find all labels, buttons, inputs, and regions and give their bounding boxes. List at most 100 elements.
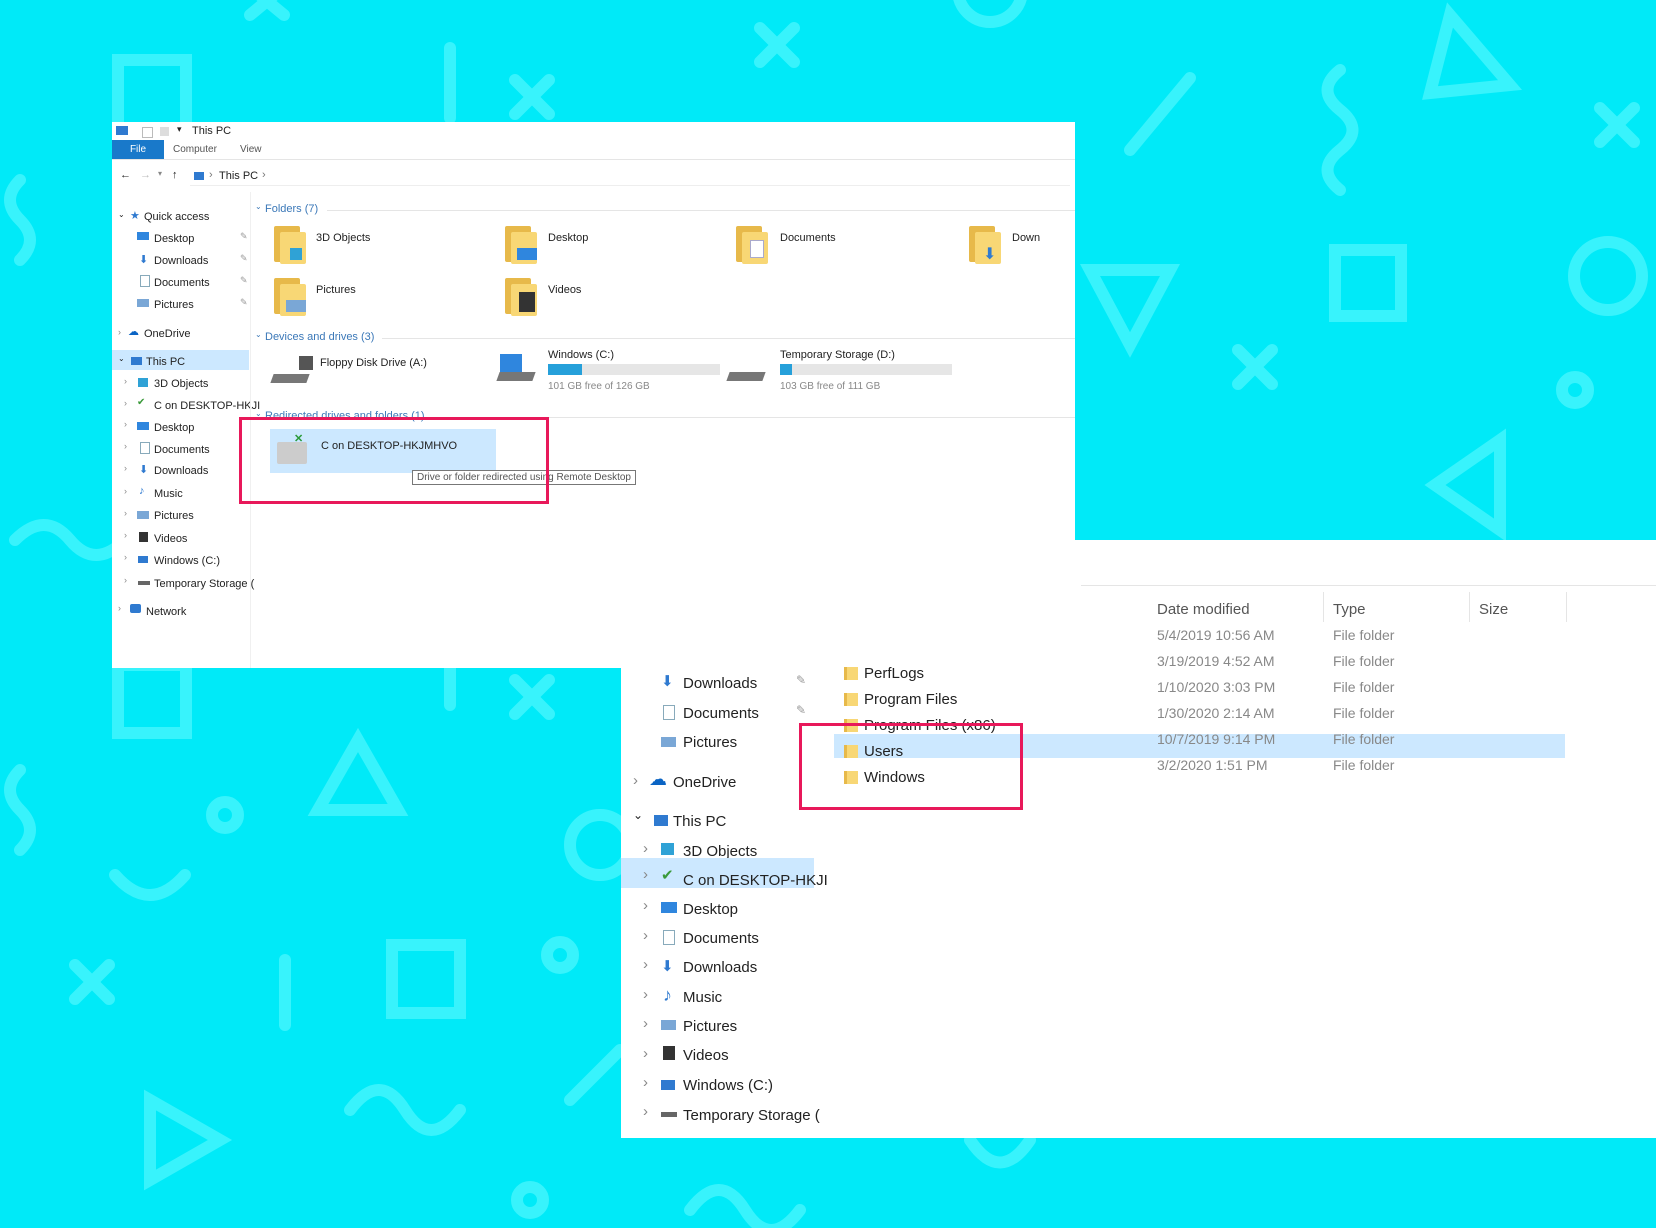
expand-chevron-icon[interactable]: › (643, 1015, 648, 1032)
recent-dropdown-icon[interactable]: ▾ (158, 169, 162, 178)
drive-temporary-d[interactable]: Temporary Storage (D:) (780, 349, 895, 361)
expand-chevron-icon[interactable]: ⌄ (118, 210, 125, 219)
expand-chevron-icon[interactable]: › (124, 552, 127, 562)
nav-pc-videos[interactable]: Videos (154, 533, 187, 545)
nav-qa-desktop[interactable]: Desktop (154, 233, 194, 245)
devices-header-line (382, 338, 1075, 339)
pin-icon[interactable]: ✎ (796, 673, 806, 687)
nav-quick-access[interactable]: Quick access (144, 211, 209, 223)
up-arrow-icon[interactable]: ↑ (172, 169, 178, 181)
expand-chevron-icon[interactable]: › (643, 840, 648, 857)
file-row-name[interactable]: Program Files (864, 691, 957, 708)
forward-arrow-icon[interactable]: → (140, 169, 151, 181)
folders-group-header[interactable]: Folders (7) (265, 203, 318, 215)
folder-videos[interactable]: Videos (548, 284, 581, 296)
nav-pc-temporary-storage[interactable]: Temporary Storage ( (683, 1107, 820, 1124)
expand-chevron-icon[interactable]: › (124, 376, 127, 386)
pin-icon[interactable]: ✎ (240, 253, 248, 264)
expand-chevron-icon[interactable]: › (643, 927, 648, 944)
nav-pc-windows-c[interactable]: Windows (C:) (683, 1077, 773, 1094)
collapse-chevron-icon[interactable]: ⌄ (633, 808, 643, 822)
file-row-name[interactable]: PerfLogs (864, 665, 924, 682)
nav-this-pc[interactable]: This PC (146, 356, 185, 368)
pin-icon[interactable]: ✎ (796, 703, 806, 717)
nav-quick-documents[interactable]: Documents (683, 705, 759, 722)
column-type[interactable]: Type (1333, 601, 1366, 618)
videos-icon (139, 532, 148, 542)
pin-icon[interactable]: ✎ (240, 275, 248, 286)
nav-pc-documents[interactable]: Documents (154, 444, 210, 456)
column-divider[interactable] (1566, 592, 1567, 622)
nav-pc-windows-c[interactable]: Windows (C:) (154, 555, 220, 567)
nav-pc-desktop[interactable]: Desktop (154, 422, 194, 434)
nav-quick-pictures[interactable]: Pictures (683, 734, 737, 751)
column-date-modified[interactable]: Date modified (1157, 601, 1250, 618)
address-bar[interactable] (190, 167, 1070, 186)
expand-chevron-icon[interactable]: › (643, 956, 648, 973)
expand-chevron-icon[interactable]: › (124, 486, 127, 496)
nav-quick-downloads[interactable]: Downloads (683, 675, 757, 692)
back-arrow-icon[interactable]: ← (120, 169, 131, 181)
ribbon-tab-computer[interactable]: Computer (173, 144, 217, 155)
devices-group-header[interactable]: Devices and drives (3) (265, 331, 374, 343)
folder-downloads[interactable]: Down (1012, 232, 1040, 244)
pin-icon[interactable]: ✎ (240, 297, 248, 308)
nav-pc-music[interactable]: Music (154, 488, 183, 500)
expand-chevron-icon[interactable]: › (124, 463, 127, 473)
expand-chevron-icon[interactable]: › (643, 866, 648, 883)
quick-access-dropdown-icon[interactable]: ▾ (177, 124, 182, 135)
nav-pc-c-on-desktop[interactable]: C on DESKTOP-HKJI (154, 400, 260, 412)
expand-chevron-icon[interactable]: › (118, 603, 121, 613)
nav-qa-pictures[interactable]: Pictures (154, 299, 194, 311)
folders-collapse-icon[interactable]: ⌄ (255, 202, 262, 211)
expand-chevron-icon[interactable]: › (643, 986, 648, 1003)
folder-desktop[interactable]: Desktop (548, 232, 588, 244)
expand-chevron-icon[interactable]: › (124, 530, 127, 540)
column-divider[interactable] (1323, 592, 1324, 622)
expand-chevron-icon[interactable]: › (124, 575, 127, 585)
nav-qa-downloads[interactable]: Downloads (154, 255, 208, 267)
nav-pc-temporary-storage[interactable]: Temporary Storage ( (154, 578, 254, 590)
devices-collapse-icon[interactable]: ⌄ (255, 330, 262, 339)
expand-chevron-icon[interactable]: › (118, 327, 121, 337)
expand-chevron-icon[interactable]: › (643, 897, 648, 914)
folder-pictures[interactable]: Pictures (316, 284, 356, 296)
nav-pc-documents[interactable]: Documents (683, 930, 759, 947)
column-divider[interactable] (1469, 592, 1470, 622)
nav-this-pc[interactable]: This PC (673, 813, 726, 830)
nav-qa-documents[interactable]: Documents (154, 277, 210, 289)
expand-chevron-icon[interactable]: › (124, 398, 127, 408)
nav-pc-music[interactable]: Music (683, 989, 722, 1006)
nav-pc-videos[interactable]: Videos (683, 1047, 729, 1064)
nav-pc-pictures[interactable]: Pictures (154, 510, 194, 522)
expand-chevron-icon[interactable]: › (124, 441, 127, 451)
pictures-icon (137, 511, 149, 519)
ribbon-tab-file[interactable]: File (112, 140, 164, 159)
folder-3d-objects[interactable]: 3D Objects (316, 232, 370, 244)
expand-chevron-icon[interactable]: › (643, 1074, 648, 1091)
drive-windows-c[interactable]: Windows (C:) (548, 349, 614, 361)
folder-documents[interactable]: Documents (780, 232, 836, 244)
nav-pc-3d-objects[interactable]: 3D Objects (154, 378, 208, 390)
pin-icon[interactable]: ✎ (240, 231, 248, 242)
nav-onedrive[interactable]: OneDrive (144, 328, 190, 340)
expand-chevron-icon[interactable]: › (643, 1103, 648, 1120)
properties-icon[interactable] (142, 127, 153, 138)
expand-chevron-icon[interactable]: › (633, 772, 638, 789)
new-folder-icon[interactable] (160, 127, 169, 136)
expand-chevron-icon[interactable]: › (643, 1045, 648, 1062)
nav-pc-downloads[interactable]: Downloads (683, 959, 757, 976)
collapse-chevron-icon[interactable]: ⌄ (118, 354, 125, 363)
nav-network[interactable]: Network (146, 606, 186, 618)
nav-pc-pictures[interactable]: Pictures (683, 1018, 737, 1035)
nav-pc-downloads[interactable]: Downloads (154, 465, 208, 477)
nav-onedrive[interactable]: OneDrive (673, 774, 736, 791)
nav-pc-desktop[interactable]: Desktop (683, 901, 738, 918)
expand-chevron-icon[interactable]: › (124, 419, 127, 429)
ribbon-tab-view[interactable]: View (240, 144, 262, 155)
column-size[interactable]: Size (1479, 601, 1508, 618)
breadcrumb-this-pc[interactable]: This PC (219, 170, 258, 182)
nav-pc-c-on-desktop[interactable]: C on DESKTOP-HKJI (683, 872, 828, 889)
drive-floppy-a[interactable]: Floppy Disk Drive (A:) (320, 357, 427, 369)
expand-chevron-icon[interactable]: › (124, 508, 127, 518)
